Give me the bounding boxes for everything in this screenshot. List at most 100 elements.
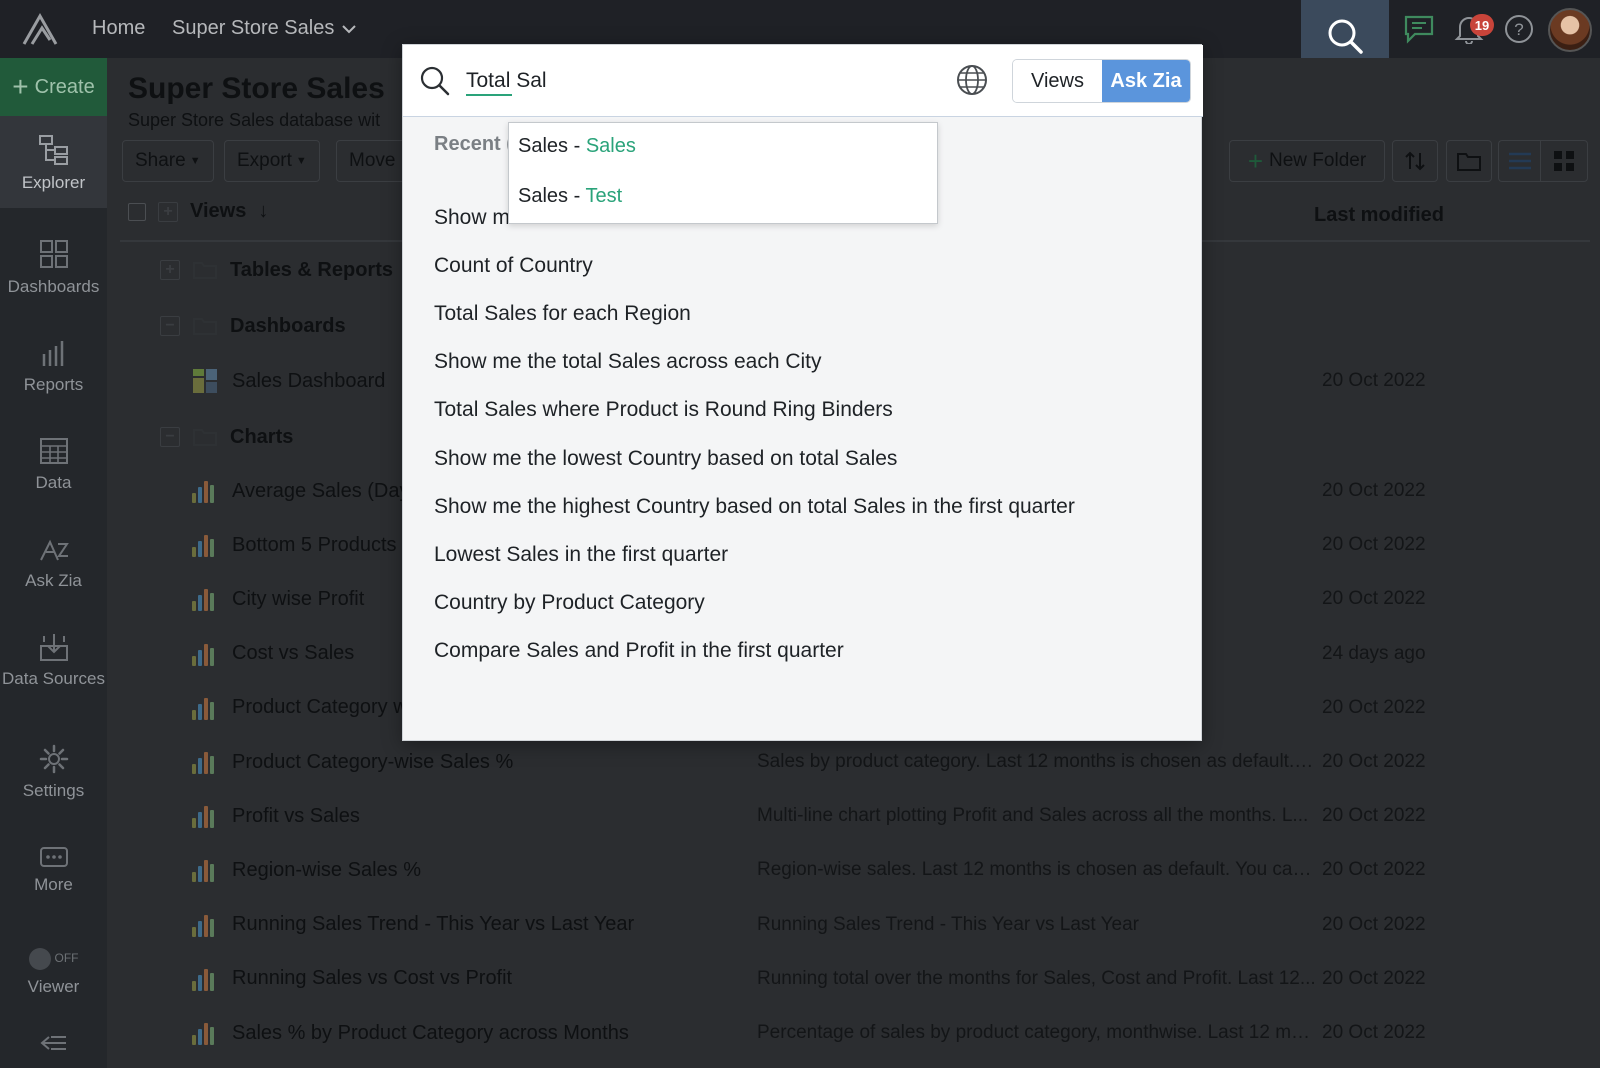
create-label: Create [34,75,95,98]
view-date: 20 Oct 2022 [1322,751,1426,772]
globe-icon[interactable] [955,63,989,97]
suggestion-item[interactable]: Country by Product Category [434,591,705,615]
folder-row[interactable]: + Tables & Reports [160,253,393,287]
suggestion-item[interactable]: Count of Country [434,254,593,278]
viewer-toggle-state: OFF [54,951,79,966]
svg-text:?: ? [1514,20,1523,39]
move-button[interactable]: Move [336,140,409,182]
share-label: Share [135,150,186,171]
sidebar-item-data[interactable]: Data [0,436,107,494]
view-name: Region-wise Sales % [232,858,421,881]
view-description: Running Sales Trend - This Year vs Last … [757,913,1140,935]
suggestion-item[interactable]: Lowest Sales in the first quarter [434,543,728,567]
view-date: 24 days ago [1322,642,1426,664]
table-row[interactable]: Running Sales vs Cost vs Profit Running t… [192,962,1592,996]
table-row[interactable]: Running Sales Trend - This Year vs Last … [192,908,1592,942]
sidebar-item-explorer[interactable]: Explorer [0,116,107,209]
table-row[interactable]: Sales % by Product Category across Month… [192,1016,1592,1050]
view-date: 20 Oct 2022 [1322,913,1426,935]
search-mode-toggle: Views Ask Zia [1012,59,1191,103]
collapse-icon[interactable]: − [160,427,180,447]
views-tab[interactable]: Views [1013,60,1102,102]
share-button[interactable]: Share ▼ [122,140,214,182]
view-date: 20 Oct 2022 [1322,1022,1426,1043]
autocomplete-match: Sales [585,135,636,157]
expand-icon[interactable]: + [160,260,180,280]
sidebar-label-data-sources: Data Sources [2,669,105,688]
chart-icon [192,1021,218,1045]
chat-icon[interactable] [1402,12,1436,46]
new-folder-button[interactable]: + New Folder [1229,140,1385,182]
folder-row[interactable]: − Charts [160,420,293,454]
reports-icon [42,341,63,366]
search-icon [420,66,450,96]
sidebar-item-ask-zia[interactable]: Ask Zia [0,536,107,592]
table-row[interactable]: Product Category-wise Sales % Sales by pr… [192,745,1592,779]
folder-view-button[interactable] [1446,140,1492,182]
autocomplete-item[interactable]: Sales - Test [518,185,622,208]
settings-icon [39,744,68,774]
autocomplete-item[interactable]: Sales - Sales [518,135,636,158]
collapse-icon[interactable]: − [160,316,180,336]
list-view-button[interactable] [1498,140,1540,182]
sidebar-item-data-sources[interactable]: Data Sources [0,632,107,690]
sidebar-label-settings: Settings [22,781,85,800]
viewer-toggle[interactable]: OFF Viewer [0,948,107,998]
suggestion-item[interactable]: Compare Sales and Profit in the first qu… [434,639,844,663]
ask-zia-icon [39,539,69,561]
collapse-sidebar-button[interactable] [0,1034,107,1052]
select-all-checkbox[interactable] [128,202,146,221]
views-column-header[interactable]: + Views ↓ [128,200,268,223]
workspace-switcher[interactable]: Super Store Sales [172,17,357,40]
chart-icon [192,913,218,937]
search-header: Views Ask Zia [403,45,1203,117]
caret-down-icon: ▼ [189,155,201,167]
app-logo-icon[interactable] [20,10,60,48]
sidebar-label-ask-zia: Ask Zia [25,571,82,590]
sidebar-item-reports[interactable]: Reports [0,338,107,396]
last-modified-header[interactable]: Last modified [1314,204,1444,227]
folder-name: Dashboards [230,314,346,337]
view-name: Sales % by Product Category across Month… [232,1021,629,1044]
help-icon[interactable]: ? [1502,12,1536,46]
export-button[interactable]: Export ▼ [224,140,320,182]
sort-button[interactable] [1392,140,1438,182]
create-button[interactable]: + Create [0,58,107,116]
nav-home-link[interactable]: Home [92,17,145,40]
autocomplete-prefix: Sales - [518,135,586,157]
table-row[interactable]: Region-wise Sales % Region-wise sales. La… [192,853,1592,887]
sort-down-icon: ↓ [258,200,269,222]
view-name: Product Category-wise Sales % [232,750,514,773]
sidebar-item-more[interactable]: More [0,846,107,896]
view-date: 20 Oct 2022 [1322,859,1426,881]
expand-all-icon[interactable]: + [158,201,178,222]
ask-zia-tab[interactable]: Ask Zia [1102,60,1190,102]
suggestion-item[interactable]: Show me the lowest Country based on tota… [434,447,897,471]
toggle-knob [28,948,51,970]
suggestion-item[interactable]: Show me the highest Country based on tot… [434,495,1075,519]
autocomplete-prefix: Sales - [518,185,586,207]
chart-icon [192,858,218,883]
suggestion-item[interactable]: Show me the total Sales across each City [434,350,822,374]
chart-icon [192,587,218,612]
sidebar-item-settings[interactable]: Settings [0,744,107,802]
folder-row[interactable]: − Dashboards [160,309,346,343]
sidebar-label-dashboards: Dashboards [7,277,100,296]
suggestion-item[interactable]: Total Sales for each Region [434,302,691,326]
sidebar-item-dashboards[interactable]: Dashboards [0,238,107,298]
chart-icon [192,696,218,720]
grid-view-button[interactable] [1540,140,1588,182]
sort-icon [1405,151,1425,171]
view-name: Running Sales Trend - This Year vs Last … [232,913,635,936]
search-input[interactable] [466,63,926,99]
suggestion-item[interactable]: Total Sales where Product is Round Ring … [434,398,893,422]
chart-icon [192,967,218,991]
chart-icon [192,804,218,829]
view-name: Profit vs Sales [232,804,360,827]
table-row[interactable]: Profit vs Sales Multi-line chart plotting… [192,799,1592,833]
folder-icon [193,318,217,335]
new-folder-label: New Folder [1269,150,1367,171]
collapse-icon [39,1036,66,1050]
user-avatar[interactable] [1548,8,1592,52]
view-date: 20 Oct 2022 [1322,534,1426,556]
